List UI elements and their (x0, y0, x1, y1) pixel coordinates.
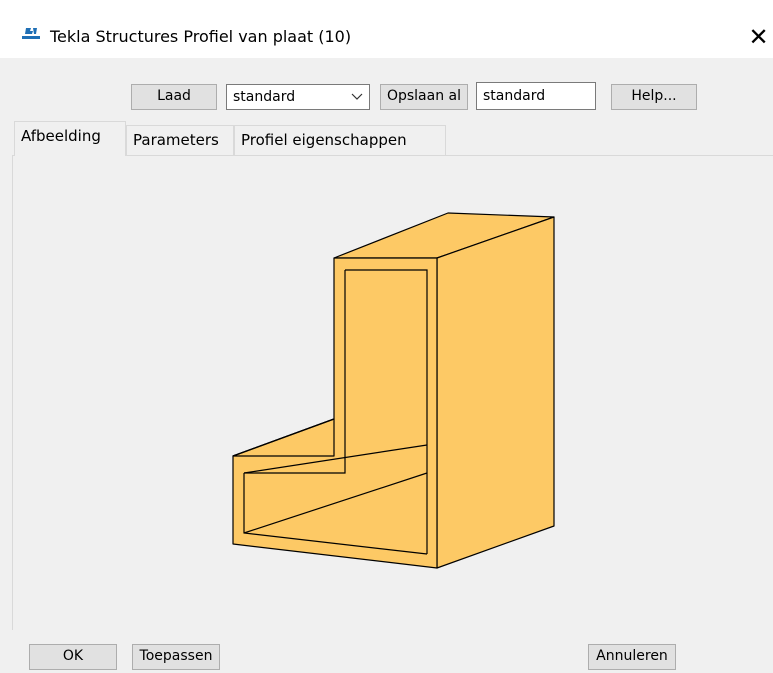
tab-afbeelding[interactable]: Afbeelding (14, 121, 126, 156)
title-bar: Tekla Structures Profiel van plaat (10) … (0, 0, 773, 58)
dialog-window: Tekla Structures Profiel van plaat (10) … (0, 0, 773, 673)
save-as-name-field[interactable]: standard (476, 82, 596, 110)
preset-select[interactable]: standard (226, 84, 370, 110)
ok-button[interactable]: OK (29, 644, 117, 670)
save-as-button[interactable]: Opslaan al (380, 84, 468, 110)
tekla-logo-icon (22, 28, 40, 39)
tab-profiel-eigenschappen[interactable]: Profiel eigenschappen (234, 125, 446, 155)
image-panel (12, 155, 773, 630)
help-button[interactable]: Help... (611, 84, 697, 110)
apply-button[interactable]: Toepassen (132, 644, 220, 670)
window-title: Tekla Structures Profiel van plaat (10) (50, 27, 352, 46)
preset-select-value: standard (233, 89, 296, 105)
cancel-button[interactable]: Annuleren (588, 644, 676, 670)
close-icon[interactable]: ✕ (744, 20, 773, 54)
tab-parameters[interactable]: Parameters (126, 125, 234, 155)
plate-profile-3d-icon (232, 212, 555, 569)
chevron-down-icon (351, 85, 363, 109)
load-button[interactable]: Laad (131, 84, 217, 110)
